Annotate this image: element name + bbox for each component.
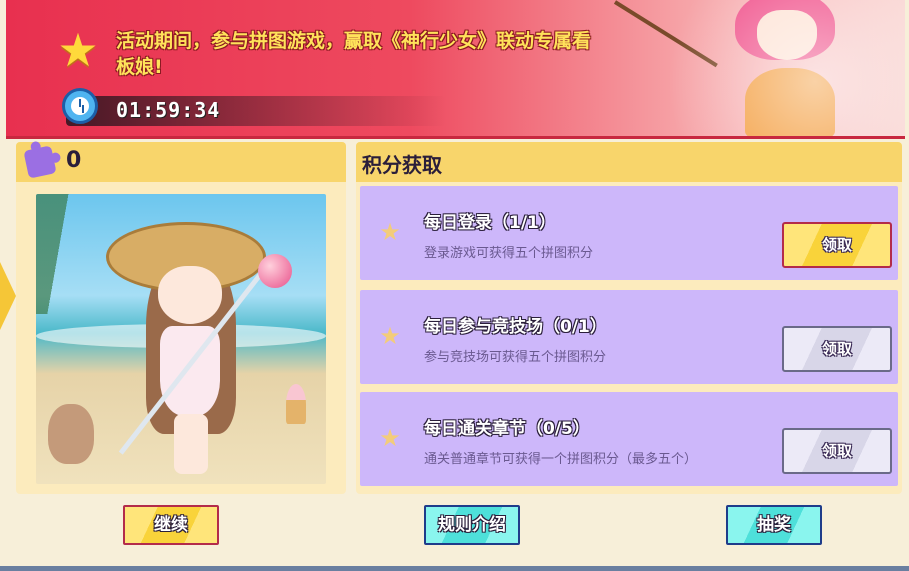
- task-title: 每日参与竞技场（0/1）: [424, 317, 607, 337]
- task-title: 每日登录（1/1）: [424, 213, 556, 233]
- countdown-timer: 01:59:34: [116, 98, 221, 122]
- star-icon: ★: [379, 322, 401, 350]
- continue-button[interactable]: 继续: [123, 505, 219, 545]
- alarm-clock-icon: [62, 88, 98, 124]
- teddy-bear: [48, 404, 94, 464]
- footer-divider: [0, 566, 909, 571]
- star-icon: ★: [379, 218, 401, 246]
- star-icon: ★: [57, 23, 99, 77]
- points-header: 积分获取: [356, 142, 902, 182]
- puzzle-artwork[interactable]: [36, 194, 326, 484]
- draw-button[interactable]: 抽奖: [726, 505, 822, 545]
- event-banner: ★ 活动期间，参与拼图游戏，赢取《神行少女》联动专属看板娘! 01:59:34: [6, 0, 905, 139]
- ice-cream: [286, 384, 306, 424]
- task-description: 登录游戏可获得五个拼图积分: [424, 246, 594, 261]
- puzzle-piece-icon: [23, 145, 57, 179]
- skewer-decoration: [613, 0, 718, 68]
- points-title: 积分获取: [362, 153, 442, 177]
- claim-button[interactable]: 领取: [782, 222, 892, 268]
- previous-arrow-icon[interactable]: [0, 262, 16, 330]
- task-description: 通关普通章节可获得一个拼图积分（最多五个）: [424, 452, 698, 467]
- puzzle-header: 0: [16, 142, 346, 182]
- task-description: 参与竞技场可获得五个拼图积分: [424, 350, 607, 365]
- task-daily-chapter: ★ 每日通关章节（0/5） 通关普通章节可获得一个拼图积分（最多五个） 领取: [360, 392, 898, 486]
- claim-button[interactable]: 领取: [782, 428, 892, 474]
- rules-button[interactable]: 规则介绍: [424, 505, 520, 545]
- points-panel: 积分获取 ★ 每日登录（1/1） 登录游戏可获得五个拼图积分 领取 ★ 每日参与…: [356, 142, 902, 494]
- star-icon: ★: [379, 424, 401, 452]
- claim-button[interactable]: 领取: [782, 326, 892, 372]
- task-daily-login: ★ 每日登录（1/1） 登录游戏可获得五个拼图积分 领取: [360, 186, 898, 280]
- mascot-character: [705, 0, 865, 136]
- task-daily-arena: ★ 每日参与竞技场（0/1） 参与竞技场可获得五个拼图积分 领取: [360, 290, 898, 384]
- event-message: 活动期间，参与拼图游戏，赢取《神行少女》联动专属看板娘!: [116, 30, 592, 78]
- puzzle-panel: 0: [16, 142, 346, 494]
- puzzle-score: 0: [66, 148, 82, 173]
- task-title: 每日通关章节（0/5）: [424, 419, 590, 439]
